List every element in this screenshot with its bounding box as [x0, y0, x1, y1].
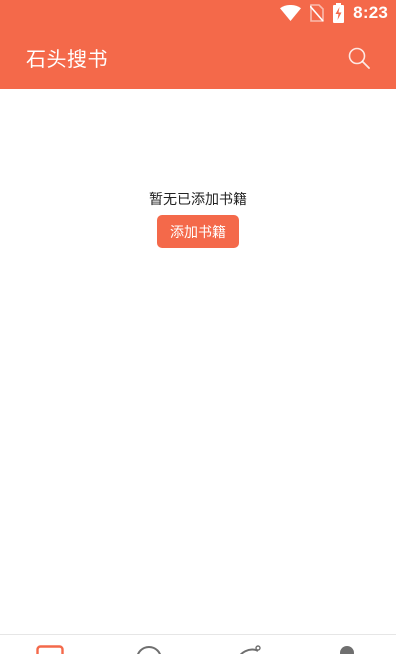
wifi-icon [280, 5, 302, 21]
add-book-button[interactable]: 添加书籍 [157, 215, 239, 248]
category-icon [239, 645, 261, 654]
status-bar: 8:23 [0, 0, 396, 26]
app-bar: 石头搜书 [0, 26, 396, 89]
no-sim-icon [310, 4, 324, 22]
status-time: 8:23 [353, 3, 388, 22]
battery-charging-icon [333, 3, 345, 23]
bottom-nav [0, 634, 396, 654]
profile-icon [339, 646, 354, 654]
nav-item-profile[interactable] [297, 635, 396, 654]
search-icon [348, 47, 370, 69]
empty-message: 暂无已添加书籍 [149, 192, 247, 208]
empty-state: 暂无已添加书籍 添加书籍 [0, 186, 396, 248]
nav-item-discover[interactable] [99, 635, 198, 654]
search-button[interactable] [346, 45, 372, 71]
discover-icon [136, 646, 161, 654]
nav-item-bookshelf[interactable] [0, 635, 99, 654]
nav-item-category[interactable] [198, 635, 297, 654]
bookshelf-icon [35, 645, 64, 654]
app-title: 石头搜书 [26, 47, 108, 71]
